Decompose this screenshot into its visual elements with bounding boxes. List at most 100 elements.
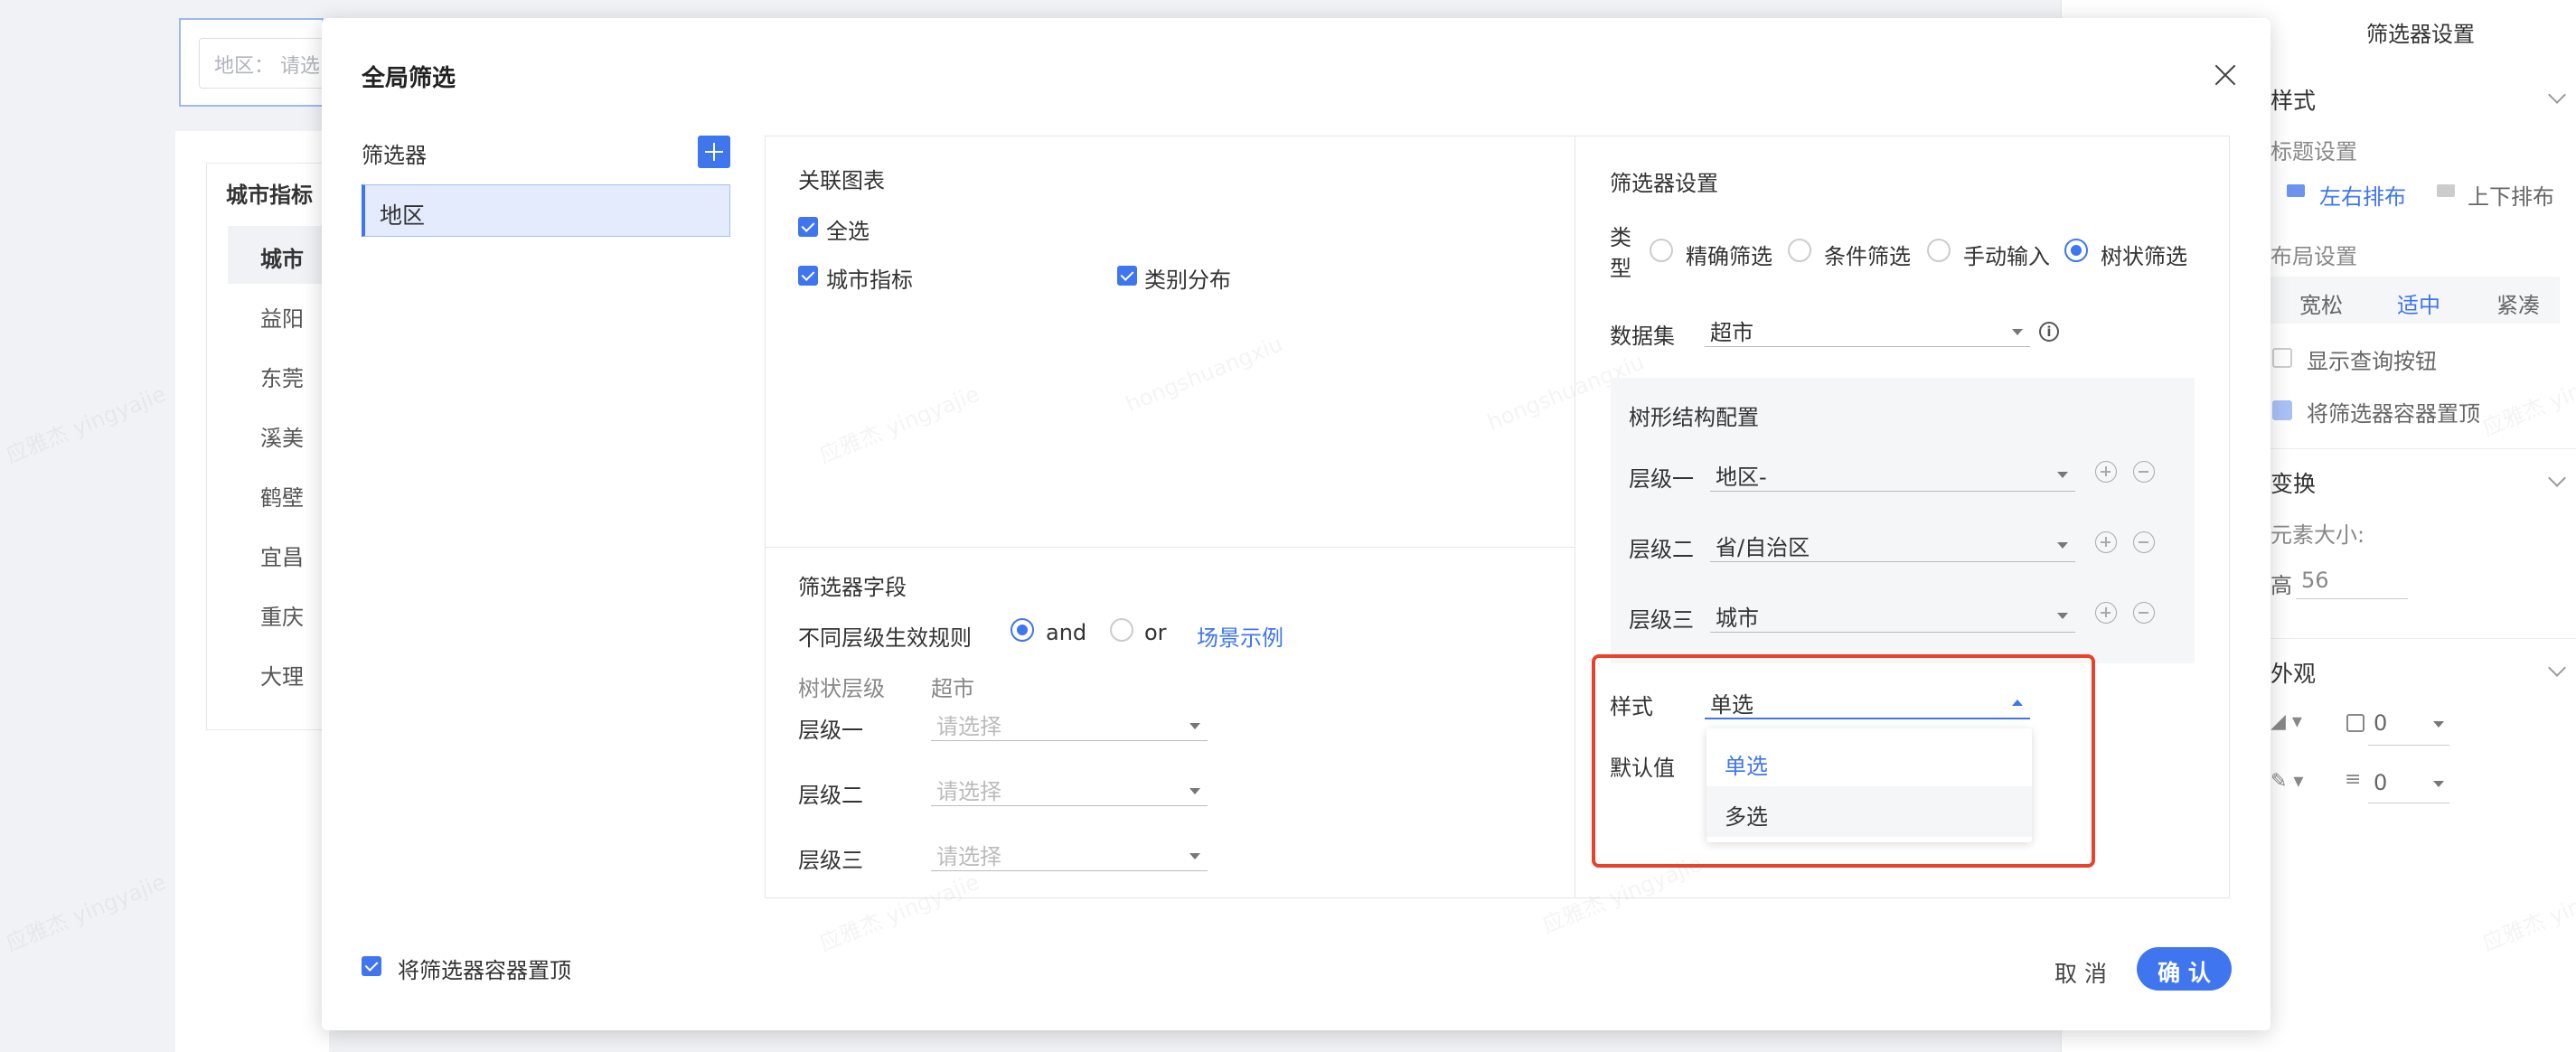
chart-category-dist-checkbox[interactable]: [1117, 266, 1137, 286]
title-setting-label: 标题设置: [2270, 139, 2357, 164]
close-icon[interactable]: [2212, 61, 2239, 89]
appearance-section-header[interactable]: 外观: [2270, 656, 2316, 689]
type-tree-radio[interactable]: [2064, 239, 2088, 262]
cancel-button[interactable]: 取 消: [2045, 951, 2117, 987]
watermark: 应雅杰 yingyajie: [0, 864, 170, 957]
field-level-3-select[interactable]: 请选择: [931, 833, 1208, 871]
chevron-down-icon[interactable]: [2433, 781, 2444, 787]
add-level-icon[interactable]: [2095, 531, 2117, 553]
tree-level-label: 层级三: [1629, 607, 1694, 633]
chevron-down-icon: [2012, 329, 2023, 335]
field-level-label: 层级二: [798, 783, 863, 808]
stroke-color-icon[interactable]: ✎ ▾: [2270, 770, 2303, 793]
type-exact-radio[interactable]: [1650, 239, 1673, 262]
dataset-select[interactable]: 超市: [1705, 309, 2030, 347]
border-radius-icon: [2346, 714, 2364, 732]
chevron-down-icon: [2057, 472, 2068, 478]
field-level-2-select[interactable]: 请选择: [931, 768, 1208, 806]
highlight-box: [1592, 654, 2095, 868]
pin-top-label: 将筛选器容器置顶: [398, 958, 571, 983]
add-filter-button[interactable]: [698, 136, 730, 168]
pin-top-checkbox[interactable]: [2272, 400, 2292, 420]
type-condition-label: 条件筛选: [1824, 244, 1911, 269]
type-tree-label: 树状筛选: [2101, 244, 2187, 269]
background-table-row: 鹤壁: [260, 485, 304, 511]
watermark: 应雅杰 yingyajie: [0, 376, 170, 469]
divider: [2269, 448, 2576, 449]
linked-charts-title: 关联图表: [798, 168, 885, 193]
rule-and-label: and: [1046, 620, 1087, 645]
filter-fields-title: 筛选器字段: [798, 575, 907, 600]
layout-tb-option[interactable]: 上下排布: [2468, 179, 2554, 211]
background-card-title: 城市指标: [226, 183, 313, 208]
dialog-title: 全局筛选: [362, 65, 456, 92]
height-label: 高: [2270, 573, 2292, 598]
field-level-1-select[interactable]: 请选择: [931, 703, 1208, 741]
type-manual-radio[interactable]: [1927, 239, 1951, 262]
confirm-button[interactable]: 确 认: [2137, 947, 2232, 991]
rule-and-radio[interactable]: [1011, 618, 1034, 642]
pin-top-checkbox[interactable]: [362, 956, 381, 976]
density-loose[interactable]: 宽松: [2299, 287, 2343, 319]
density-medium[interactable]: 适中: [2397, 287, 2440, 319]
style-section-header[interactable]: 样式: [2270, 83, 2316, 116]
layout-lr-icon: [2287, 184, 2305, 197]
type-label: 类型: [1610, 225, 1631, 281]
chart-city-metrics-label: 城市指标: [826, 268, 913, 293]
layout-lr-option[interactable]: 左右排布: [2319, 179, 2406, 211]
background-table-row: 益阳: [260, 306, 304, 332]
chevron-down-icon: [2057, 542, 2068, 549]
height-input-underline: [2296, 598, 2408, 599]
remove-level-icon[interactable]: [2133, 531, 2155, 553]
layout-tb-icon: [2437, 184, 2455, 197]
background-table-row: 东莞: [260, 366, 304, 391]
border-radius-value[interactable]: 0: [2374, 710, 2387, 736]
layout-setting-label: 布局设置: [2270, 244, 2357, 269]
chevron-down-icon: [1189, 788, 1200, 794]
type-condition-radio[interactable]: [1788, 239, 1811, 262]
tree-level-3-select[interactable]: 城市: [1710, 595, 2075, 633]
background-table-row: 大理: [260, 664, 304, 690]
divider: [2269, 638, 2576, 639]
chevron-down-icon[interactable]: [2433, 721, 2444, 728]
dataset-column-header: 超市: [931, 676, 974, 701]
fill-color-icon[interactable]: ◢ ▾: [2270, 710, 2302, 733]
transform-section-header[interactable]: 变换: [2270, 466, 2316, 499]
background-table-row: 宜昌: [260, 545, 304, 570]
element-size-label: 元素大小:: [2270, 522, 2365, 548]
dataset-label: 数据集: [1610, 324, 1675, 349]
density-compact[interactable]: 紧凑: [2496, 287, 2540, 319]
background-table-row: 重庆: [260, 605, 304, 630]
rule-or-radio[interactable]: [1110, 618, 1133, 642]
background-table-header-label: 城市: [260, 247, 304, 272]
tree-config-title: 树形结构配置: [1629, 405, 1759, 430]
add-level-icon[interactable]: [2095, 461, 2117, 483]
show-query-checkbox[interactable]: [2272, 348, 2292, 368]
border-radius-underline: [2368, 745, 2449, 746]
tree-level-2-select[interactable]: 省/自治区: [1710, 524, 2075, 562]
info-icon[interactable]: i: [2039, 322, 2059, 342]
stroke-width-value[interactable]: 0: [2374, 770, 2387, 795]
field-level-label: 层级三: [798, 848, 863, 873]
background-table-row: 溪美: [260, 426, 304, 451]
chevron-down-icon: [2057, 613, 2068, 619]
tree-level-label: 层级二: [1629, 537, 1694, 562]
remove-level-icon[interactable]: [2133, 602, 2155, 624]
remove-level-icon[interactable]: [2133, 461, 2155, 483]
type-manual-label: 手动输入: [1963, 244, 2050, 269]
divider: [765, 547, 1575, 548]
tree-level-1-select[interactable]: 地区-: [1710, 454, 2075, 492]
rule-or-label: or: [1144, 620, 1167, 645]
tree-level-label: 层级一: [1629, 466, 1694, 492]
chart-city-metrics-checkbox[interactable]: [798, 266, 818, 286]
filter-item-region[interactable]: 地区: [362, 184, 730, 237]
select-all-checkbox[interactable]: [798, 217, 818, 237]
settings-panel-title: 筛选器设置: [2366, 22, 2475, 47]
field-level-label: 层级一: [798, 718, 863, 743]
show-query-label: 显示查询按钮: [2307, 349, 2437, 374]
add-level-icon[interactable]: [2095, 602, 2117, 624]
rule-label: 不同层级生效规则: [798, 625, 972, 651]
scenario-example-link[interactable]: 场景示例: [1197, 620, 1283, 652]
chevron-down-icon: [1189, 723, 1200, 729]
height-input[interactable]: 56: [2301, 568, 2329, 593]
